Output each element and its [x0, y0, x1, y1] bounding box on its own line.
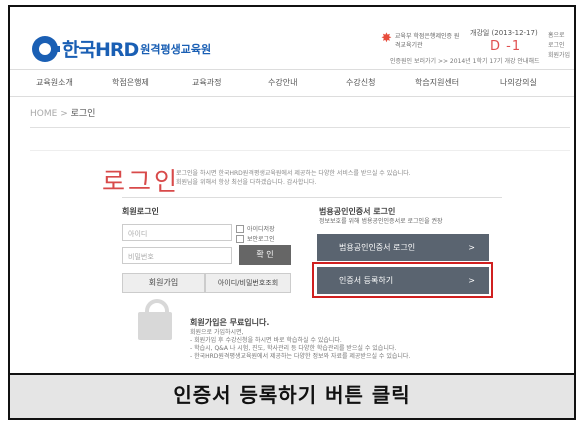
- page-title: 로그인: [102, 167, 181, 196]
- moe-badge: ✸ 교육부 학점은행제인증 원격교육기관: [381, 31, 460, 49]
- member-login-title: 회원로그인: [122, 207, 159, 216]
- screenshot-frame: 한국HRD 원격평생교육원 ✸ 교육부 학점은행제인증 원격교육기관 개강일 (…: [8, 5, 576, 420]
- divider: [30, 150, 570, 151]
- page-description: 로그인을 하시면 한국HRD원격평생교육원에서 제공하는 다양한 서비스를 받으…: [176, 170, 411, 186]
- course-start-date: 개강일 (2013-12-17): [470, 29, 538, 37]
- cert-login-button[interactable]: 범용공인인증서 로그인 >: [317, 234, 489, 261]
- divider: [30, 127, 570, 128]
- home-link[interactable]: 홈으로: [548, 31, 570, 41]
- logo-subtext: 원격평생교육원: [140, 42, 212, 56]
- password-input[interactable]: 비밀번호: [122, 247, 232, 264]
- star-icon: ✸: [381, 31, 392, 46]
- nav-item-guide[interactable]: 수강안내: [268, 77, 297, 88]
- breadcrumb: HOME > 로그인: [30, 109, 96, 119]
- site-logo[interactable]: 한국HRD 원격평생교육원: [32, 35, 211, 62]
- secure-login-checkbox[interactable]: 보안로그인: [236, 234, 275, 243]
- logo-text: 한국HRD: [62, 39, 139, 61]
- login-button[interactable]: 확 인: [239, 245, 291, 265]
- login-link[interactable]: 로그인: [548, 41, 570, 51]
- top-links: 홈으로 로그인 회원가입: [548, 31, 570, 61]
- chevron-right-icon: >: [468, 243, 475, 252]
- join-link[interactable]: 회원가입: [548, 51, 570, 61]
- instruction-caption: 인증서 등록하기 버튼 클릭: [10, 373, 574, 418]
- nav-item-about[interactable]: 교육원소개: [36, 77, 73, 88]
- join-button[interactable]: 회원가입: [122, 273, 205, 293]
- highlight-box: [312, 262, 493, 298]
- nav-item-credit-bank[interactable]: 학점은행제: [112, 77, 149, 88]
- free-join-info: 회원으로 가입하시면, - 회원가입 후 수강신청을 하시면 바로 학습하실 수…: [190, 329, 411, 360]
- cert-login-subtitle: 정보보호를 위해 범용공인인증서로 로그인을 권장: [319, 218, 443, 225]
- divider: [122, 197, 502, 198]
- breadcrumb-current: 로그인: [70, 109, 96, 119]
- breadcrumb-home[interactable]: HOME: [30, 109, 57, 119]
- free-join-title: 회원가입은 무료입니다.: [190, 318, 270, 327]
- checkbox-icon: [236, 224, 244, 233]
- nav-item-courses[interactable]: 교육과정: [192, 77, 221, 88]
- id-input[interactable]: 아이디: [122, 224, 232, 241]
- logo-icon: [32, 35, 60, 62]
- top-info-bar[interactable]: 인증원인 보러가기 >> 2014년 1학기 17기 개강 안내해드: [390, 56, 540, 65]
- save-id-checkbox[interactable]: 아이디저장: [236, 224, 275, 233]
- main-nav: 교육원소개 학점은행제 교육과정 수강안내 수강신청 학습지원센터 나의강의실: [10, 69, 574, 97]
- find-account-button[interactable]: 아이디/비밀번호조회: [205, 273, 291, 293]
- nav-item-enroll[interactable]: 수강신청: [346, 77, 375, 88]
- nav-item-my-classroom[interactable]: 나의강의실: [500, 77, 537, 88]
- nav-item-support[interactable]: 학습지원센터: [415, 77, 459, 88]
- dday-counter: D -1: [490, 39, 522, 54]
- checkbox-icon: [236, 234, 244, 243]
- lock-icon: [138, 299, 172, 340]
